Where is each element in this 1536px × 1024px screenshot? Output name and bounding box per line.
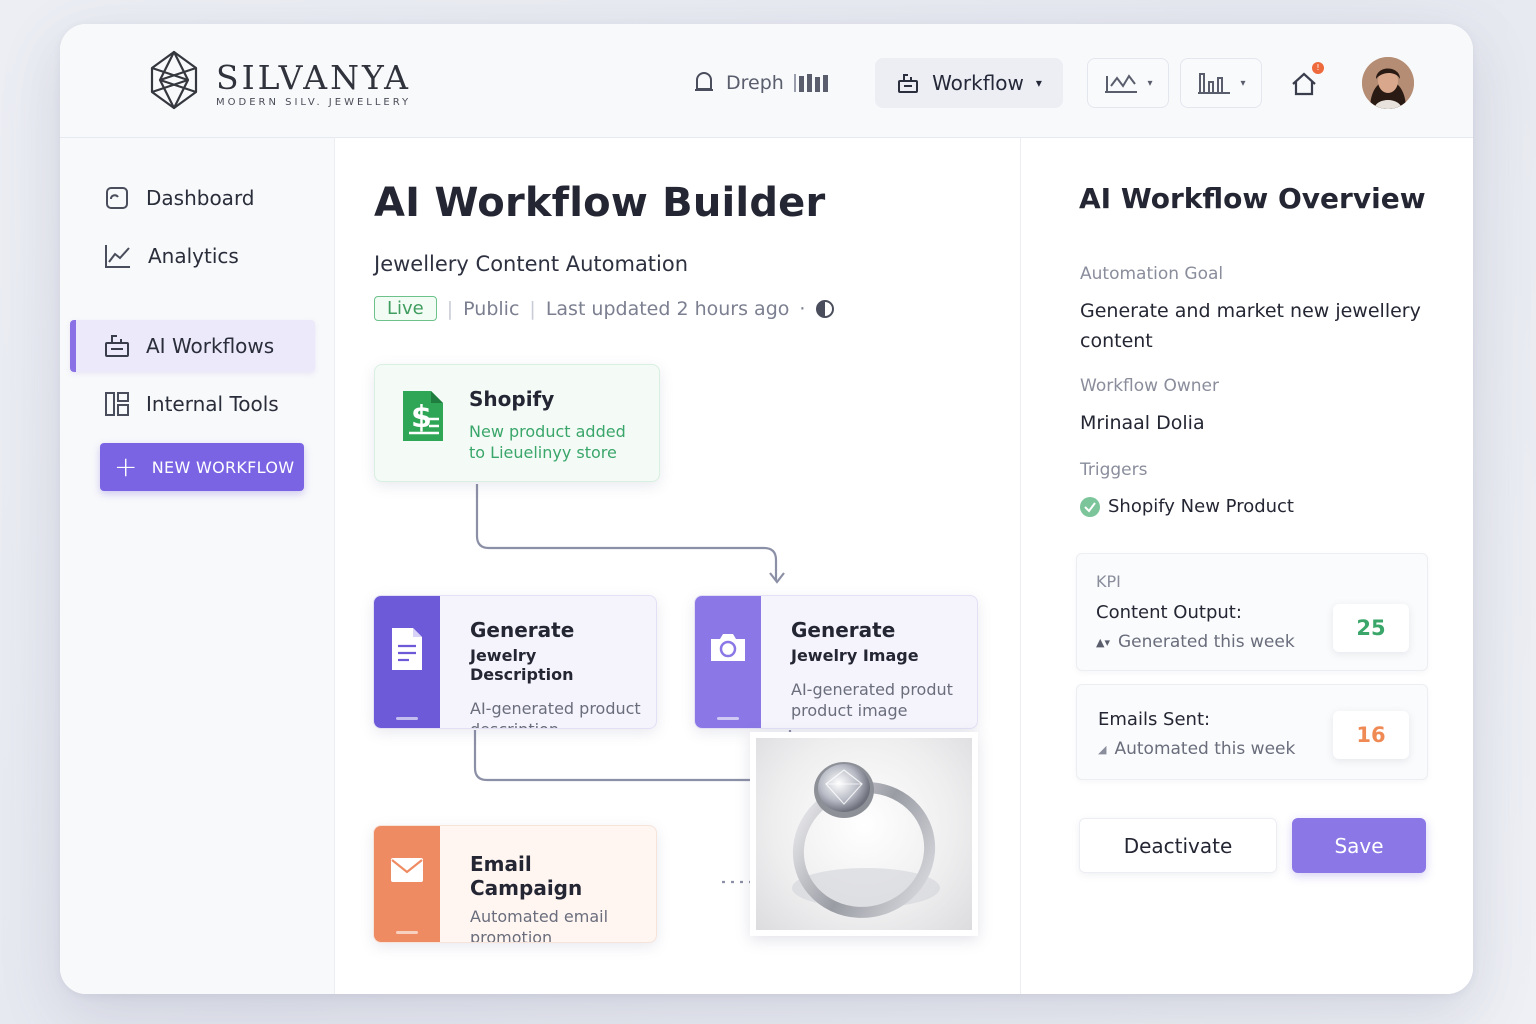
app-window: SILVANYA MODERN SILV. JEWELLERY Dreph Wo… [60, 24, 1473, 994]
node-desc: New product added [469, 422, 626, 441]
dashboard-icon [106, 187, 128, 209]
brand-logo-icon [150, 50, 198, 110]
kpi-label: KPI [1096, 572, 1121, 591]
kpi-value-badge: 25 [1333, 604, 1409, 652]
brand-name: SILVANYA [216, 58, 411, 97]
kpi-title: Content Output: [1096, 602, 1242, 623]
brand-tagline: MODERN SILV. JEWELLERY [216, 97, 412, 108]
bell-outline-icon [695, 72, 713, 91]
node-shopify-trigger[interactable]: $ Shopify New product added to Lieueliny… [374, 364, 660, 482]
sidebar-item-label: Internal Tools [146, 392, 279, 416]
kpi-card-content-output: KPI Content Output: ▲▾ Generated this we… [1076, 553, 1428, 671]
goal-label: Automation Goal [1080, 264, 1224, 284]
kpi-value: 25 [1356, 616, 1386, 640]
node-email-campaign[interactable]: Email Campaign Automated email promotion [373, 825, 657, 943]
chevron-down-icon: ▾ [1035, 76, 1042, 90]
node-title: Generate [791, 618, 896, 642]
camera-icon [711, 634, 745, 661]
node-desc: to Lieuelinyy store [469, 443, 617, 462]
workflow-overview-panel: AI Workflow Overview Automation Goal Gen… [1020, 138, 1473, 994]
node-title: Shopify [469, 387, 555, 411]
sidebar-item-internal-tools[interactable]: Internal Tools [70, 378, 315, 430]
node-desc: AI-generated product description [470, 699, 641, 728]
sidebar-item-ai-workflows[interactable]: AI Workflows [70, 320, 315, 372]
node-desc: product image [791, 701, 908, 720]
kpi-card-emails-sent: Emails Sent: ◢ Automated this week 16 [1076, 684, 1428, 780]
node-generate-image[interactable]: Generate Jewelry Image AI-generated prod… [694, 595, 978, 729]
avatar[interactable] [1362, 57, 1414, 109]
mail-icon [391, 858, 423, 882]
node-desc: Automated email promotion [470, 907, 609, 943]
node-title: Email Campaign [470, 852, 583, 900]
node-title: Generate [470, 618, 575, 642]
sidebar-item-analytics[interactable]: Analytics [70, 230, 315, 282]
plus-icon: + [114, 450, 138, 483]
panel-title: AI Workflow Overview [1079, 182, 1426, 215]
kpi-value-badge: 16 [1333, 711, 1409, 759]
trend-icon: ◢ [1098, 742, 1107, 756]
generated-image-preview[interactable] [750, 732, 978, 936]
chevron-down-icon: ▾ [1147, 77, 1153, 89]
node-generate-description[interactable]: Generate Jewelry Description AI-generate… [373, 595, 657, 729]
workflow-icon [898, 74, 919, 93]
bars-icon [793, 74, 828, 92]
workflow-icon [105, 335, 129, 357]
trigger-item: Shopify New Product [1080, 496, 1294, 517]
deactivate-button[interactable]: Deactivate [1079, 818, 1277, 873]
ring-image-icon [792, 762, 940, 918]
analytics-icon [105, 245, 130, 268]
search-label: Dreph [726, 72, 784, 94]
workflow-builder: AI Workflow Builder Jewellery Content Au… [336, 138, 1020, 994]
sidebar-item-label: Analytics [148, 244, 239, 268]
bar-view-button[interactable]: ▾ [1180, 58, 1262, 108]
sidebar-item-label: Dashboard [146, 186, 255, 210]
new-workflow-button[interactable]: + NEW WORKFLOW [100, 443, 304, 491]
notifications-button[interactable]: ! [1282, 62, 1326, 106]
new-workflow-label: NEW WORKFLOW [151, 457, 295, 477]
sidebar: Dashboard Analytics AI Workflows Interna… [60, 138, 335, 994]
node-desc: AI-generated produt [791, 680, 953, 699]
chevron-down-icon: ▾ [1240, 77, 1246, 89]
workflow-label: Workflow [932, 71, 1024, 95]
sidebar-item-label: AI Workflows [146, 334, 275, 358]
workflow-menu-button[interactable]: Workflow ▾ [875, 58, 1063, 108]
bar-chart-icon [1198, 73, 1231, 94]
chart-view-button[interactable]: ▾ [1087, 58, 1169, 108]
sidebar-item-dashboard[interactable]: Dashboard [70, 172, 315, 224]
node-subtitle: Jewelry Description [470, 646, 574, 684]
check-circle-icon [1080, 496, 1100, 517]
shopify-sheet-icon: $ [403, 391, 443, 441]
node-subtitle: Jewelry Image [791, 646, 919, 665]
user-photo-icon [1362, 57, 1414, 109]
trigger-value: Shopify New Product [1108, 496, 1294, 517]
kpi-value: 16 [1356, 723, 1386, 747]
save-button[interactable]: Save [1292, 818, 1426, 873]
document-icon [392, 628, 422, 670]
kpi-title: Emails Sent: [1098, 709, 1211, 730]
owner-value: Mrinaal Dolia [1080, 412, 1205, 434]
home-bell-icon [1292, 72, 1316, 96]
notification-badge: ! [1312, 62, 1324, 74]
goal-value: Generate and market new jewellery conten… [1080, 300, 1421, 352]
tools-icon [105, 392, 129, 416]
trend-icon: ▲▾ [1096, 635, 1110, 649]
search-button[interactable]: Dreph [692, 64, 834, 102]
top-header: SILVANYA MODERN SILV. JEWELLERY Dreph Wo… [60, 24, 1473, 138]
owner-label: Workflow Owner [1080, 376, 1219, 396]
line-chart-icon [1105, 74, 1138, 93]
kpi-sub: Automated this week [1114, 739, 1296, 759]
triggers-label: Triggers [1080, 460, 1148, 480]
kpi-sub: Generated this week [1117, 632, 1295, 652]
svg-text:$: $ [411, 400, 432, 435]
